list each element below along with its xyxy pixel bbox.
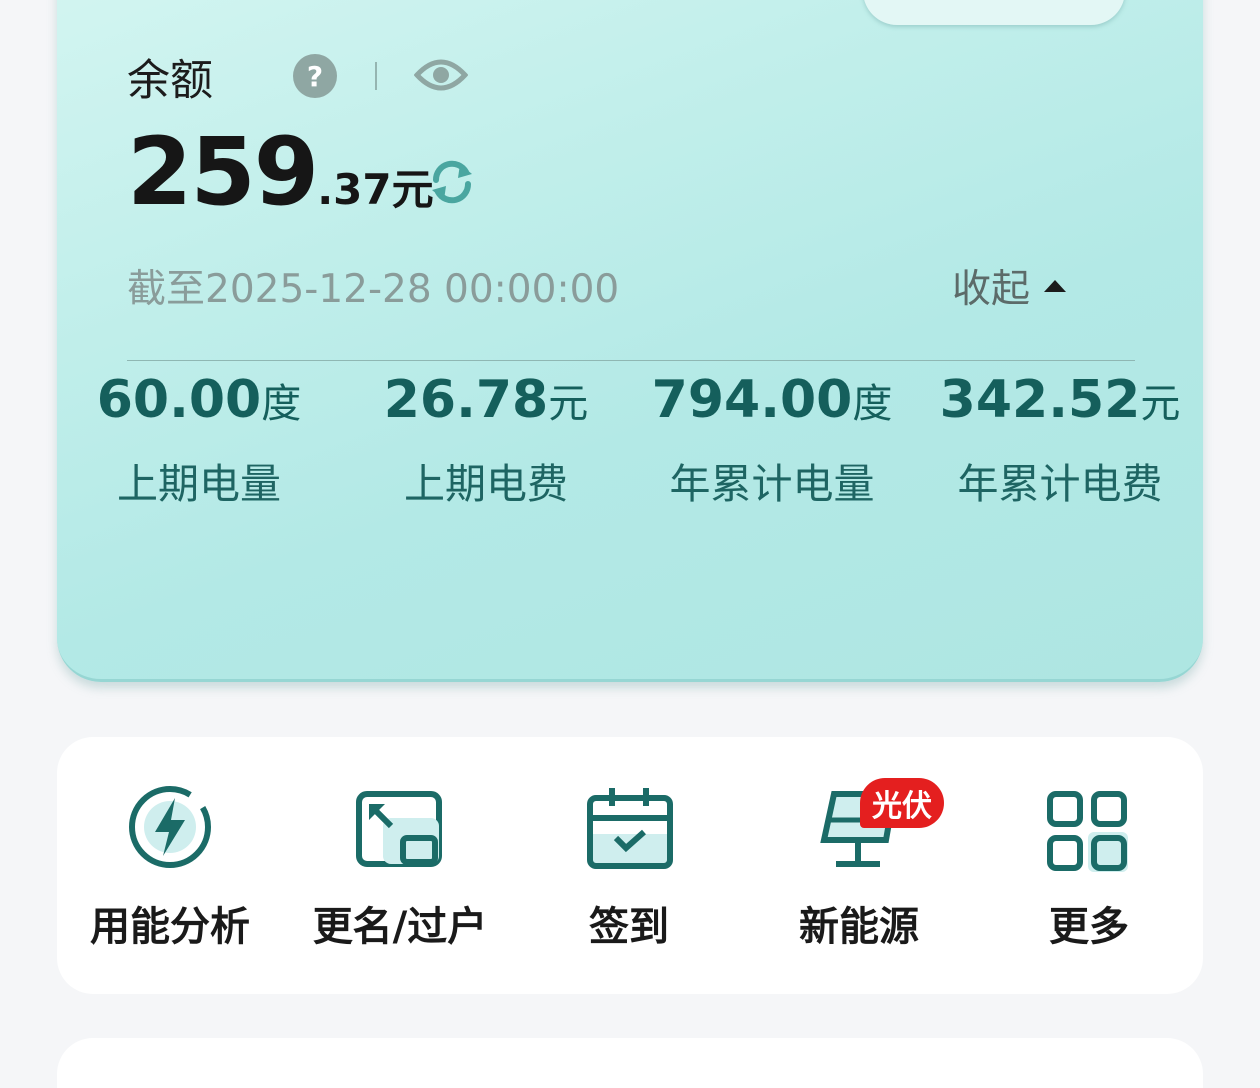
menu-item-checkin[interactable]: 签到 (514, 782, 744, 952)
stat-unit: 度 (261, 381, 302, 427)
grid-more-icon (1047, 791, 1128, 872)
collapse-button[interactable]: 收起 (952, 258, 1067, 314)
stat-unit: 元 (548, 381, 589, 427)
stat-label: 年累计电费 (957, 460, 1163, 508)
stat-label: 年累计电量 (669, 460, 875, 508)
stat-label: 上期电费 (404, 460, 568, 508)
pv-badge: 光伏 (860, 778, 944, 828)
stat-last-period-usage[interactable]: 60.00度 上期电量 (49, 370, 349, 510)
collapse-label: 收起 (952, 267, 1031, 312)
menu-label: 更名/过户 (312, 904, 488, 950)
divider (375, 62, 377, 90)
stat-last-period-fee[interactable]: 26.78元 上期电费 (336, 370, 636, 510)
next-section-card (57, 1038, 1203, 1088)
balance-amount: 259.37元 (127, 118, 434, 227)
stat-unit: 元 (1140, 381, 1181, 427)
balance-label: 余额 (127, 56, 213, 106)
caret-up-icon (1044, 280, 1067, 292)
as-of-timestamp: 截至2025-12-28 00:00:00 (127, 267, 620, 312)
stat-label: 上期电量 (117, 460, 281, 508)
balance-card (57, 0, 1203, 682)
stat-value: 794.00 (651, 370, 853, 430)
stat-year-fee[interactable]: 342.52元 年累计电费 (910, 370, 1210, 510)
menu-label: 签到 (589, 904, 669, 950)
calendar-checkin-icon (587, 788, 673, 869)
stat-year-usage[interactable]: 794.00度 年累计电量 (622, 370, 922, 510)
menu-label: 用能分析 (90, 904, 250, 950)
menu-item-rename-transfer[interactable]: 更名/过户 (285, 782, 515, 952)
stat-unit: 度 (852, 381, 893, 427)
menu-item-more[interactable]: 更多 (974, 782, 1204, 952)
menu-item-energy-analysis[interactable]: 用能分析 (55, 782, 285, 952)
balance-amount-integer: 259 (127, 118, 319, 227)
energy-analysis-icon (129, 786, 211, 868)
help-icon[interactable]: ? (293, 54, 337, 98)
balance-amount-decimal: .37 (317, 165, 392, 214)
refresh-icon[interactable] (428, 158, 476, 210)
eye-icon[interactable] (413, 55, 469, 99)
stat-value: 60.00 (96, 370, 262, 430)
menu-label: 更多 (1049, 904, 1129, 950)
stat-value: 26.78 (383, 370, 549, 430)
card-divider (127, 360, 1135, 361)
menu-label: 新能源 (799, 904, 919, 950)
account-tab[interactable] (863, 0, 1125, 25)
stat-value: 342.52 (939, 370, 1141, 430)
rename-transfer-icon (356, 791, 442, 867)
